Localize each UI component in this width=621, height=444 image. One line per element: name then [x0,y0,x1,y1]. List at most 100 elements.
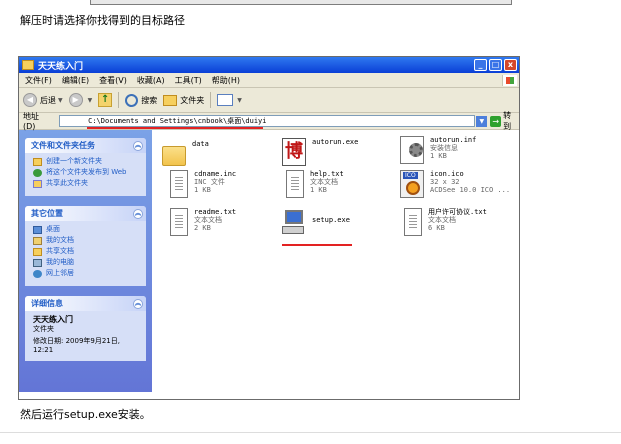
place-label: 我的电脑 [46,258,74,266]
panel-title: 其它位置 [31,209,63,218]
shared-folder-icon [33,248,42,256]
file-item[interactable]: readme.txt 文本文档 2 KB [170,208,236,236]
file-name: 用户许可协议.txt [428,208,487,216]
menu-file[interactable]: 文件(F) [25,75,52,86]
search-label: 搜索 [141,95,158,105]
place-desktop[interactable]: 桌面 [33,225,140,234]
search-button[interactable]: 搜索 [125,93,158,107]
file-item[interactable]: 用户许可协议.txt 文本文档 6 KB [404,208,487,236]
other-places-panel: 其它位置 ︽ 桌面 我的文档 共享文档 我的电脑 网上邻居 [25,206,146,286]
details-panel: 详细信息 ︽ 天天练入门 文件夹 修改日期: 2009年9月21日, 12:21 [25,296,146,361]
close-button[interactable]: x [504,59,517,71]
file-type: 文本文档 [194,216,222,224]
panel-header[interactable]: 其它位置 ︽ [25,206,146,221]
file-type: 文本文档 [310,178,338,186]
file-size: 1 KB [194,186,211,194]
file-name: setup.exe [312,216,350,224]
address-label: 地址(D) [23,112,39,131]
place-label: 网上邻居 [46,269,74,277]
my-documents-icon [33,237,42,245]
top-caption: 解压时请选择你找得到的目标路径 [20,14,185,27]
globe-icon [33,169,42,177]
place-label: 桌面 [46,225,60,233]
file-item[interactable]: help.txt 文本文档 1 KB [286,170,344,198]
go-button[interactable]: 转到 [503,110,519,132]
menu-help[interactable]: 帮助(H) [212,75,240,86]
title-bar[interactable]: 天天练入门 _ □ x [19,57,519,73]
up-arrow-icon: ↑ [98,93,113,107]
menu-edit[interactable]: 编辑(E) [62,75,89,86]
back-button[interactable]: ◀ 后退 ▼ [23,93,63,107]
file-type: INC 文件 [194,178,225,186]
place-network[interactable]: 网上邻居 [33,269,140,278]
file-list: data 博 autorun.exe autorun.inf 安装信息 1 KB [152,130,519,392]
detail-modified: 修改日期: 2009年9月21日, 12:21 [33,337,120,354]
file-item[interactable]: data [162,140,209,166]
address-input[interactable]: C:\Documents and Settings\cnbook\桌面\duiy… [59,115,476,127]
task-share-folder[interactable]: 共享此文件夹 [33,179,140,188]
collapse-icon[interactable]: ︽ [133,208,143,219]
forward-button[interactable]: ▶ ▼ [68,93,93,107]
chevron-down-icon[interactable]: ▼ [476,115,488,127]
text-file-icon [404,208,422,236]
maximize-button[interactable]: □ [489,59,502,71]
text-file-icon [286,170,304,198]
views-button[interactable]: ▼ [217,94,242,106]
go-arrow-icon[interactable]: → [490,115,502,127]
file-item[interactable]: 博 autorun.exe [282,138,358,166]
folder-icon [163,94,178,106]
window-title: 天天练入门 [38,61,84,72]
minimize-button[interactable]: _ [474,59,487,71]
toolbar: ◀ 后退 ▼ ▶ ▼ ↑ 搜索 文件夹 ▼ [19,88,519,113]
chevron-down-icon: ▼ [237,96,242,104]
back-label: 后退 [40,95,56,105]
file-tasks-panel: 文件和文件夹任务 ︽ 创建一个新文件夹 将这个文件夹发布到 Web 共享此文件夹 [25,138,146,196]
file-name: readme.txt [194,208,237,216]
detail-name: 天天练入门 [33,315,73,324]
task-label: 将这个文件夹发布到 Web [46,168,127,176]
folders-label: 文件夹 [180,95,205,105]
place-shared-documents[interactable]: 共享文档 [33,247,140,256]
collapse-icon[interactable]: ︽ [133,298,143,309]
folders-button[interactable]: 文件夹 [163,94,205,106]
setup-icon [282,208,306,236]
file-size: 2 KB [194,224,211,232]
task-new-folder[interactable]: 创建一个新文件夹 [33,157,140,166]
task-pane: 文件和文件夹任务 ︽ 创建一个新文件夹 将这个文件夹发布到 Web 共享此文件夹 [19,130,152,392]
previous-image-edge [90,0,512,5]
address-highlight-underline [87,127,263,129]
detail-type: 文件夹 [33,325,54,333]
folder-icon [22,60,34,70]
file-item[interactable]: cdname.inc INC 文件 1 KB [170,170,236,198]
address-bar: 地址(D) C:\Documents and Settings\cnbook\桌… [19,110,519,132]
explorer-body: 文件和文件夹任务 ︽ 创建一个新文件夹 将这个文件夹发布到 Web 共享此文件夹 [19,130,519,392]
divider [0,432,621,433]
file-item[interactable]: icon.ico 32 x 32 ACDSee 10.0 ICO ... [400,170,510,198]
panel-header[interactable]: 详细信息 ︽ [25,296,146,311]
file-item[interactable]: autorun.inf 安装信息 1 KB [400,136,476,164]
place-my-documents[interactable]: 我的文档 [33,236,140,245]
panel-header[interactable]: 文件和文件夹任务 ︽ [25,138,146,153]
text-file-icon [170,208,188,236]
file-name: autorun.exe [312,138,359,146]
task-publish-web[interactable]: 将这个文件夹发布到 Web [33,168,140,177]
file-name: cdname.inc [194,170,237,178]
panel-title: 文件和文件夹任务 [31,141,95,150]
chevron-down-icon: ▼ [87,96,93,104]
menu-view[interactable]: 查看(V) [99,75,127,86]
menu-tools[interactable]: 工具(T) [175,75,202,86]
chevron-down-icon: ▼ [58,96,63,104]
collapse-icon[interactable]: ︽ [133,140,143,151]
up-folder-button[interactable]: ↑ [98,93,113,107]
file-name: help.txt [310,170,344,178]
menu-favorites[interactable]: 收藏(A) [137,75,165,86]
explorer-window: 天天练入门 _ □ x 文件(F) 编辑(E) 查看(V) 收藏(A) 工具(T… [18,56,520,400]
folder-icon [162,146,186,166]
share-folder-icon [33,180,42,188]
file-size: 1 KB [310,186,327,194]
computer-icon [33,259,42,267]
file-name: data [192,140,209,148]
toolbar-divider [210,92,212,108]
place-my-computer[interactable]: 我的电脑 [33,258,140,267]
file-item[interactable]: setup.exe [282,208,350,236]
